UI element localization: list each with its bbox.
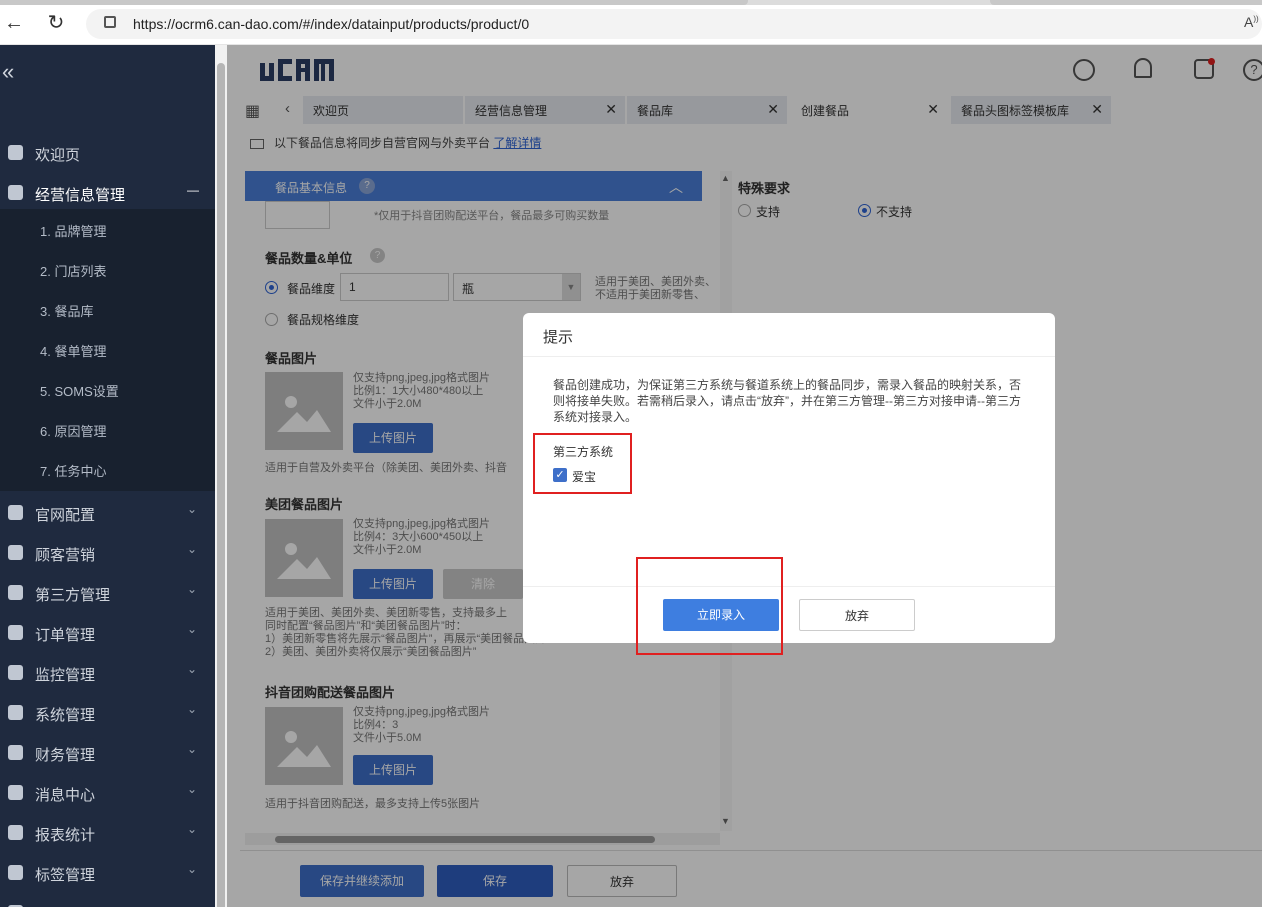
sidebar-menu-label: 官网配置 bbox=[35, 507, 96, 524]
sidebar-menu-11[interactable]: 标签管理 ⌄ bbox=[0, 853, 215, 893]
gift-icon bbox=[8, 545, 23, 560]
chevron-down-icon: ⌄ bbox=[187, 542, 198, 556]
sidebar-menu-label: 标签管理 bbox=[35, 867, 96, 884]
dialog-title: 提示 bbox=[543, 329, 574, 346]
lock-icon bbox=[104, 16, 116, 28]
sidebar-menu-label: 顾客营销 bbox=[35, 547, 96, 564]
report-icon bbox=[8, 825, 23, 840]
chat-icon bbox=[8, 785, 23, 800]
save-icon bbox=[8, 625, 23, 640]
sidebar-menu-12[interactable]: 新报表管理⌄ bbox=[0, 893, 215, 907]
read-aloud-icon[interactable]: A)) bbox=[1244, 14, 1259, 30]
browser-toolbar: ← ↻ https://ocrm6.can-dao.com/#/index/da… bbox=[0, 5, 1262, 45]
back-icon[interactable]: ← bbox=[2, 11, 26, 35]
reload-icon[interactable]: ↻ bbox=[44, 11, 68, 35]
chevron-down-icon: ⌄ bbox=[187, 622, 198, 636]
sidebar-menu-5[interactable]: 订单管理 ⌄ bbox=[0, 613, 215, 653]
sidebar-subitem[interactable]: 3. 餐品库 bbox=[40, 301, 93, 320]
prompt-dialog: 提示 餐品创建成功，为保证第三方系统与餐道系统上的餐品同步，需录入餐品的映射关系… bbox=[523, 313, 1055, 643]
chevron-down-icon: ⌄ bbox=[187, 662, 198, 676]
chevron-down-icon: ⌄ bbox=[187, 582, 198, 596]
gear-icon bbox=[8, 705, 23, 720]
sidebar-menu-4[interactable]: 第三方管理 ⌄ bbox=[0, 573, 215, 613]
chevron-down-icon: ⌄ bbox=[187, 902, 197, 907]
sidebar-subitem[interactable]: 2. 门店列表 bbox=[40, 261, 106, 280]
sidebar-menu-label: 财务管理 bbox=[35, 747, 96, 764]
sidebar-subitem[interactable]: 6. 原因管理 bbox=[40, 421, 106, 440]
sidebar-menu-8[interactable]: 财务管理 ⌄ bbox=[0, 733, 215, 773]
sidebar-subitem[interactable]: 1. 品牌管理 bbox=[40, 221, 106, 240]
sidebar-menu-3[interactable]: 顾客营销 ⌄ bbox=[0, 533, 215, 573]
chevron-down-icon: ⌄ bbox=[187, 502, 198, 516]
tag-icon bbox=[8, 865, 23, 880]
sidebar-menu-0[interactable]: 欢迎页 bbox=[0, 133, 215, 173]
sidebar: « 欢迎页 经营信息管理 — 官网配置 ⌄ 顾客营销 ⌄ 第三方管理 ⌄ 订单管理 ⌄ 监控管理 ⌄ 系统… bbox=[0, 45, 215, 907]
home-icon bbox=[8, 145, 23, 160]
dialog-message: 餐品创建成功，为保证第三方系统与餐道系统上的餐品同步，需录入餐品的映射关系，否则… bbox=[553, 378, 1022, 424]
sidebar-menu-label: 报表统计 bbox=[35, 827, 96, 844]
sidebar-menu-label: 消息中心 bbox=[35, 787, 96, 804]
store-icon bbox=[8, 185, 23, 200]
sidebar-menu-1[interactable]: 经营信息管理 — bbox=[0, 173, 215, 213]
sidebar-scrollbar[interactable] bbox=[215, 45, 227, 907]
sidebar-menu-label: 系统管理 bbox=[35, 707, 96, 724]
sidebar-menu-label: 监控管理 bbox=[35, 667, 96, 684]
yen-icon bbox=[8, 745, 23, 760]
window-icon bbox=[8, 505, 23, 520]
submenu-container bbox=[0, 209, 215, 491]
sidebar-subitem[interactable]: 5. SOMS设置 bbox=[40, 381, 119, 400]
highlight-box bbox=[636, 557, 783, 655]
dialog-discard-button[interactable]: 放弃 bbox=[799, 599, 915, 631]
gauge-icon bbox=[8, 665, 23, 680]
chevron-down-icon: ⌄ bbox=[187, 702, 198, 716]
sidebar-menu-label: 订单管理 bbox=[35, 627, 96, 644]
chevron-down-icon: ⌄ bbox=[187, 822, 198, 836]
collapse-sidebar-icon[interactable]: « bbox=[2, 59, 14, 85]
divider bbox=[523, 586, 1055, 587]
divider bbox=[523, 356, 1055, 357]
sidebar-subitem[interactable]: 4. 餐单管理 bbox=[40, 341, 106, 360]
sidebar-menu-label: 经营信息管理 bbox=[35, 187, 126, 204]
sidebar-subitem[interactable]: 7. 任务中心 bbox=[40, 461, 106, 480]
sidebar-menu-6[interactable]: 监控管理 ⌄ bbox=[0, 653, 215, 693]
sidebar-menu-label: 第三方管理 bbox=[35, 587, 111, 604]
sidebar-menu-2[interactable]: 官网配置 ⌄ bbox=[0, 493, 215, 533]
sidebar-menu-10[interactable]: 报表统计 ⌄ bbox=[0, 813, 215, 853]
highlight-box bbox=[533, 433, 632, 494]
sidebar-menu-label: 欢迎页 bbox=[35, 147, 81, 164]
sidebar-menu-9[interactable]: 消息中心 ⌄ bbox=[0, 773, 215, 813]
chevron-down-icon: ⌄ bbox=[187, 862, 198, 876]
chevron-down-icon: ⌄ bbox=[187, 782, 198, 796]
url-text[interactable]: https://ocrm6.can-dao.com/#/index/datain… bbox=[133, 16, 529, 32]
collapse-icon: — bbox=[187, 183, 199, 197]
share-icon bbox=[8, 585, 23, 600]
sidebar-menu-7[interactable]: 系统管理 ⌄ bbox=[0, 693, 215, 733]
chevron-down-icon: ⌄ bbox=[187, 742, 198, 756]
